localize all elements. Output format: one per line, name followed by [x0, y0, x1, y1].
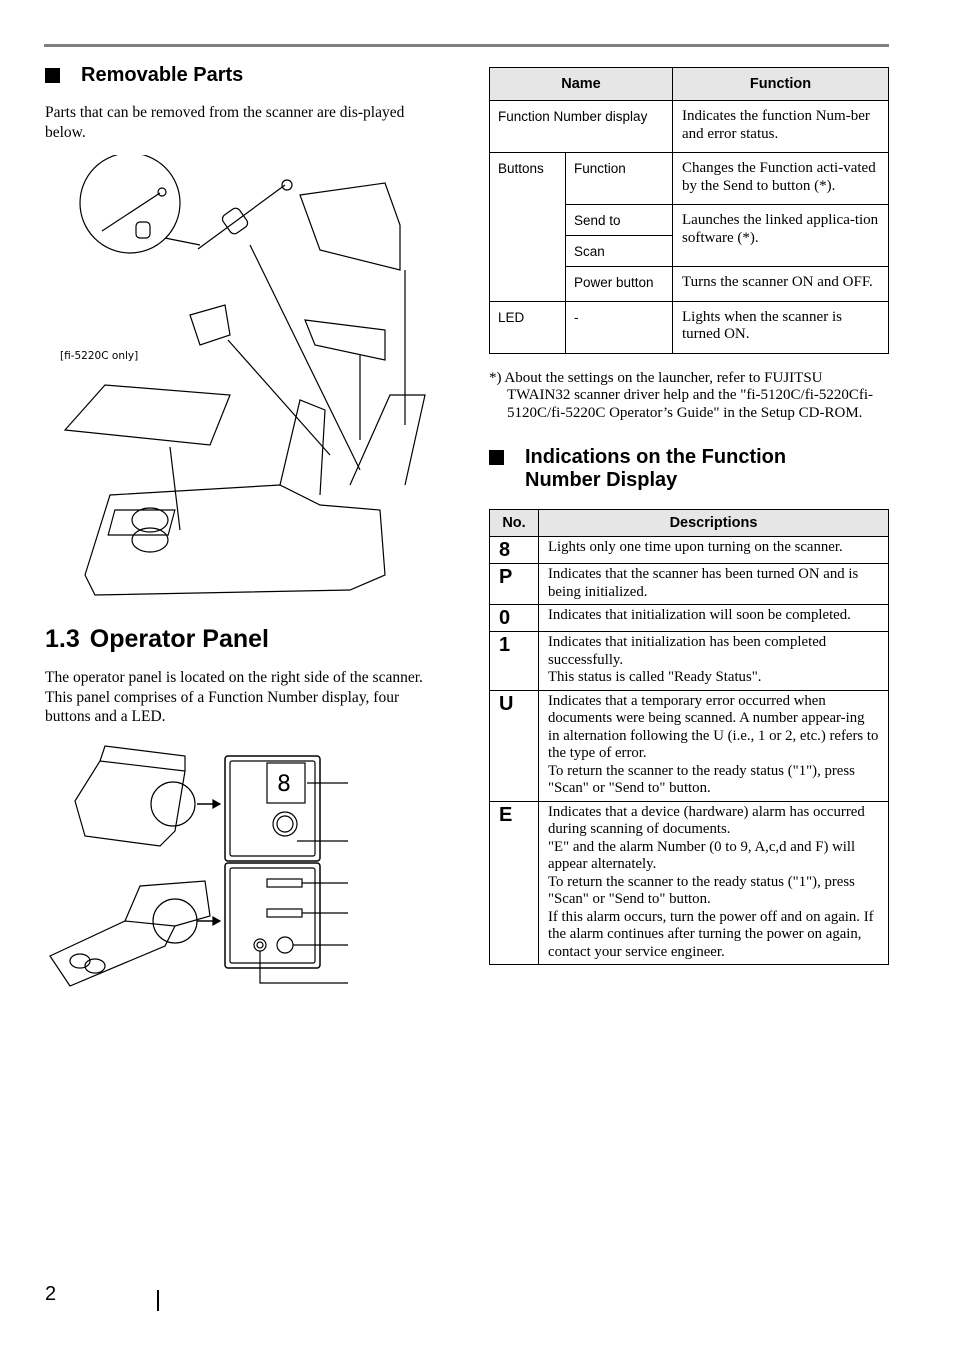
bullet-square-icon — [489, 450, 504, 465]
indications-heading: Indications on the Function Number Displa… — [489, 446, 889, 492]
cell-name: Function Number display — [489, 100, 673, 153]
sheet-guide-part — [304, 319, 386, 361]
column-header-name: Name — [489, 67, 673, 101]
page-number: 2 — [45, 1283, 57, 1305]
description-line: Indicates that the scanner has been turn… — [548, 566, 859, 600]
led-indicator — [253, 937, 267, 952]
cell-function: Changes the Function acti-vated by the S… — [672, 152, 889, 205]
pick-roller-shaft — [197, 184, 286, 250]
cell-function: Indicates the function Num-ber and error… — [672, 100, 889, 153]
removable-parts-intro: Parts that can be removed from the scann… — [45, 104, 405, 141]
cell-group-led: LED — [489, 300, 566, 354]
operator-panel-figure: 8 — [49, 744, 348, 987]
cell-name: - — [565, 300, 673, 354]
cell-function: Turns the scanner ON and OFF. — [672, 266, 889, 302]
operator-panel-table: Name Function Function Number display In… — [489, 67, 889, 354]
operator-panel-intro: The operator panel is located on the rig… — [45, 669, 423, 725]
cell-description: Indicates that a temporary error occurre… — [538, 689, 889, 802]
cell-indication-code: 8 — [489, 536, 539, 564]
leader-line — [227, 339, 331, 456]
operator-panel-closeup: 8 — [224, 754, 348, 984]
cell-description: Indicates that the scanner has been turn… — [538, 563, 889, 605]
description-line: Indicates that initialization will soon … — [548, 607, 851, 623]
table-row: LED - Lights when the scanner is turned … — [489, 300, 889, 354]
table-row: Function Number display Indicates the fu… — [489, 100, 889, 153]
table-row: P Indicates that the scanner has been tur… — [489, 563, 889, 605]
leader-line — [169, 446, 181, 531]
operator-panel-heading: 1.3 Operator Panel — [45, 625, 269, 653]
description-line: "E" and the alarm Number (0 to 9, A,c,d … — [548, 838, 856, 873]
table-header-row: Name Function — [489, 67, 889, 101]
cell-description: Lights only one time upon turning on the… — [538, 536, 889, 564]
footnote: *) About the settings on the launcher, r… — [489, 369, 874, 421]
cell-indication-code: 1 — [489, 631, 539, 691]
description-line: Indicates that initialization has been c… — [548, 634, 827, 668]
cell-description: Indicates that initialization has been c… — [538, 631, 889, 691]
table-row: E Indicates that a device (hardware) alar… — [489, 800, 889, 965]
table-row: 8 Lights only one time upon turning on th… — [489, 536, 889, 564]
scanner-open-cover — [279, 399, 326, 496]
right-column: Name Function Function Number display In… — [489, 67, 889, 965]
leader-line — [249, 244, 361, 471]
table-row: 0 Indicates that initialization will soon… — [489, 604, 889, 632]
table-row: 1 Indicates that initialization has been … — [489, 631, 889, 691]
column-header-descriptions: Descriptions — [538, 509, 889, 537]
scan-button — [266, 907, 303, 918]
description-line: If this alarm occurs, turn the power off… — [548, 908, 874, 960]
removable-parts-heading: Removable Parts — [45, 64, 470, 87]
cell-indication-code: 0 — [489, 604, 539, 632]
table-row: U Indicates that a temporary error occurr… — [489, 689, 889, 802]
send-to-button — [266, 877, 303, 888]
description-line: Indicates that a device (hardware) alarm… — [548, 803, 865, 838]
description-line: Indicates that a temporary error occurre… — [548, 692, 879, 762]
roller-tire-detail — [135, 221, 151, 239]
detail-pointer — [164, 237, 201, 246]
cell-indication-code: U — [489, 689, 539, 802]
cell-name: Scan — [565, 235, 673, 267]
column-header-function: Function — [672, 67, 889, 101]
scanner-fi-5120c-illustration — [74, 744, 222, 847]
indications-rows: 8 Lights only one time upon turning on th… — [489, 536, 889, 965]
document-cover-part — [63, 384, 231, 446]
svg-text:8: 8 — [277, 772, 291, 797]
left-column: Removable Parts Parts that can be remove… — [45, 60, 470, 991]
cell-function: Launches the linked applica-tion softwar… — [672, 204, 889, 267]
chute-unit-part — [299, 182, 401, 271]
description-line: To return the scanner to the ready statu… — [548, 762, 855, 797]
scanner-paper-chute — [349, 394, 426, 486]
footer-divider — [157, 1290, 159, 1311]
pick-roller — [221, 207, 249, 235]
scanner-fi-5220c-illustration — [49, 879, 222, 987]
table-header-row: No. Descriptions — [489, 509, 889, 537]
fi-5220c-only-label: [fi-5220C only] — [60, 350, 139, 362]
removable-parts-figure — [63, 155, 426, 596]
cell-indication-code: P — [489, 563, 539, 605]
column-header-no: No. — [489, 509, 539, 537]
cell-name: Power button — [565, 266, 673, 302]
pad-assy-part — [189, 304, 231, 346]
description-line: To return the scanner to the ready statu… — [548, 873, 855, 908]
cell-name: Send to — [565, 204, 673, 236]
indications-table: No. Descriptions 8 Lights only one time u… — [489, 509, 889, 965]
table-row: Buttons Function Changes the Function ac… — [489, 152, 889, 302]
cell-description: Indicates that initialization will soon … — [538, 604, 889, 632]
description-line: Lights only one time upon turning on the… — [548, 539, 843, 555]
header-rule — [44, 44, 889, 47]
scanner-body — [84, 484, 386, 596]
roller-shaft-detail — [101, 192, 161, 232]
description-line: This status is called "Ready Status". — [548, 669, 762, 685]
cell-indication-code: E — [489, 800, 539, 965]
cell-function: Lights when the scanner is turned ON. — [672, 300, 889, 354]
cell-group-buttons: Buttons — [489, 152, 566, 302]
cell-description: Indicates that a device (hardware) alarm… — [538, 800, 889, 965]
bullet-square-icon — [45, 68, 60, 83]
cell-name: Function — [565, 152, 673, 205]
power-button — [276, 935, 294, 954]
